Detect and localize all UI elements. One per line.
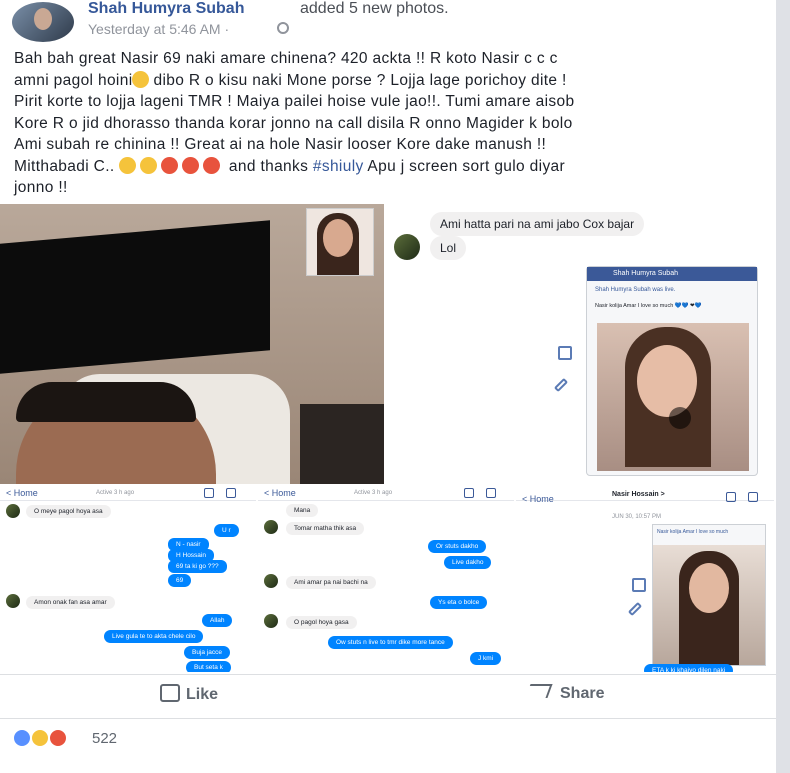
active-status: Active 3 h ago [354, 490, 393, 496]
message-in: Mana [286, 504, 319, 517]
shared-post-author: Shah Humyra Subah was live. [595, 287, 676, 293]
contact-avatar [264, 574, 278, 588]
video-call-self-view [306, 208, 374, 276]
phone-icon [204, 488, 214, 498]
author-avatar[interactable] [12, 2, 74, 42]
pencil-icon [627, 601, 643, 617]
share-button[interactable]: Share [525, 684, 604, 703]
photo-video-call[interactable] [0, 204, 384, 484]
photo-messenger-live[interactable]: Ami hatta pari na ami jabo Cox bajar Lol… [386, 204, 774, 484]
message-out: Ys eta o bolce [430, 596, 488, 609]
post-timestamp[interactable]: Yesterday at 5:46 AM · [88, 21, 229, 37]
share-icon [558, 346, 572, 360]
post-text-line: jonno !! [14, 179, 68, 196]
message-in: O meye pagol hoya asa [26, 505, 111, 518]
chat-header: < Home Active 3 h ago [258, 486, 514, 501]
like-reaction-icon [12, 728, 32, 748]
angry-emoji-icon [161, 156, 179, 174]
public-globe-icon[interactable] [277, 22, 289, 34]
share-icon [632, 578, 646, 592]
contact-avatar [6, 594, 20, 608]
video-icon [486, 488, 496, 498]
shared-photo: Nasir kolija Amar I love so much [652, 524, 766, 666]
message-out: 69 [168, 574, 192, 587]
chat-header: < Home Active 3 h ago [0, 486, 256, 501]
pencil-icon [553, 377, 569, 393]
angry-reaction-icon [48, 728, 68, 748]
message-out: U r [214, 524, 239, 537]
photo-chat-1[interactable]: < Home Active 3 h ago O meye pagol hoya … [0, 486, 256, 672]
message-out: Ow stuts n live to tmr dike more tance [328, 636, 453, 649]
share-arrow-icon [525, 684, 553, 698]
expressionless-emoji-icon [140, 156, 158, 174]
hashtag-link[interactable]: #shiuly [313, 158, 364, 175]
chat-date: JUN 30, 10:57 PM [612, 514, 662, 520]
chat-contact-name: Nasir Hossain > [612, 491, 665, 498]
contact-avatar [394, 234, 420, 260]
active-status: Active 3 h ago [96, 490, 135, 496]
divider [0, 674, 776, 675]
divider [0, 718, 776, 719]
play-icon [669, 407, 691, 429]
post-text-line: Kore R o jid dhorasso thanda korar jonno… [14, 114, 573, 132]
haha-reaction-icon [30, 728, 50, 748]
message-out: Or stuts dakho [428, 540, 487, 553]
post-text-line: Mitthabadi C.. and thanks #shiuly Apu j … [14, 156, 566, 175]
thumbs-up-icon [160, 684, 180, 702]
message-out: But seta k [186, 661, 231, 672]
shared-live-post: Shah Humyra Subah Shah Humyra Subah was … [586, 266, 758, 476]
chat-header: < Home Nasir Hossain > [516, 486, 774, 504]
contact-avatar [6, 504, 20, 518]
post-text: Bah bah great Nasir 69 naki amare chinen… [14, 48, 766, 199]
post-action-text: added 5 new photos. [300, 0, 449, 17]
contact-avatar [264, 614, 278, 628]
message-out: Live gula te to akta chele cilo [104, 630, 204, 643]
contact-avatar [264, 520, 278, 534]
author-name[interactable]: Shah Humyra Subah [88, 0, 244, 18]
post-text-line: amni pagol hoini dibo R o kisu naki Mone … [14, 70, 567, 89]
page-scrollbar[interactable] [776, 0, 790, 773]
phone-icon [726, 492, 736, 502]
message-in: O pagol hoya gasa [286, 616, 357, 629]
back-home-link: < Home [264, 488, 296, 498]
photo-chat-2[interactable]: < Home Active 3 h ago Mana Tomar matha t… [258, 486, 514, 672]
message-out: Buja jacce [184, 646, 230, 659]
post-card: Shah Humyra Subah added 5 new photos. Ye… [0, 0, 776, 773]
back-home-link: < Home [522, 494, 554, 504]
message-out: J kmi [470, 652, 502, 665]
message-out: 69 ta ki go ??? [168, 560, 227, 573]
expressionless-emoji-icon [132, 70, 150, 88]
photo-man-hair [16, 382, 196, 422]
video-icon [748, 492, 758, 502]
back-home-link: < Home [6, 488, 38, 498]
live-video-thumbnail [597, 323, 749, 471]
message-in: Amon onak fan asa amar [26, 596, 115, 609]
phone-icon [464, 488, 474, 498]
message-out: ETA k ki khaiyo dilen naki [644, 664, 734, 672]
shared-photo-caption: Nasir kolija Amar I love so much [657, 529, 729, 535]
message-bubble: Lol [430, 236, 467, 260]
photo-dark-area [0, 220, 270, 374]
photo-chat-3[interactable]: < Home Nasir Hossain > JUN 30, 10:57 PM … [516, 486, 774, 672]
message-in: Ami amar pa nai bachi na [286, 576, 376, 589]
shared-post-text: Nasir kolija Amar I love so much 💙💙 ❤💙 [595, 303, 702, 309]
message-bubble: Ami hatta pari na ami jabo Cox bajar [430, 212, 645, 236]
angry-emoji-icon [182, 156, 200, 174]
expressionless-emoji-icon [119, 156, 137, 174]
like-button[interactable]: Like [160, 684, 218, 704]
shared-post-header: Shah Humyra Subah [587, 267, 757, 281]
message-in: Tomar matha thik asa [286, 522, 365, 535]
message-out: Live dakho [444, 556, 492, 569]
post-text-line: Pirit korte to lojja lageni TMR ! Maiya … [14, 93, 575, 110]
message-out: Allah [202, 614, 233, 627]
photo-desk [300, 404, 384, 484]
angry-emoji-icon [203, 156, 221, 174]
reaction-count[interactable]: 522 [92, 730, 117, 747]
post-text-line: Ami subah re chinina !! Great ai na hole… [14, 136, 547, 153]
video-icon [226, 488, 236, 498]
post-text-line: Bah bah great Nasir 69 naki amare chinen… [14, 50, 558, 67]
